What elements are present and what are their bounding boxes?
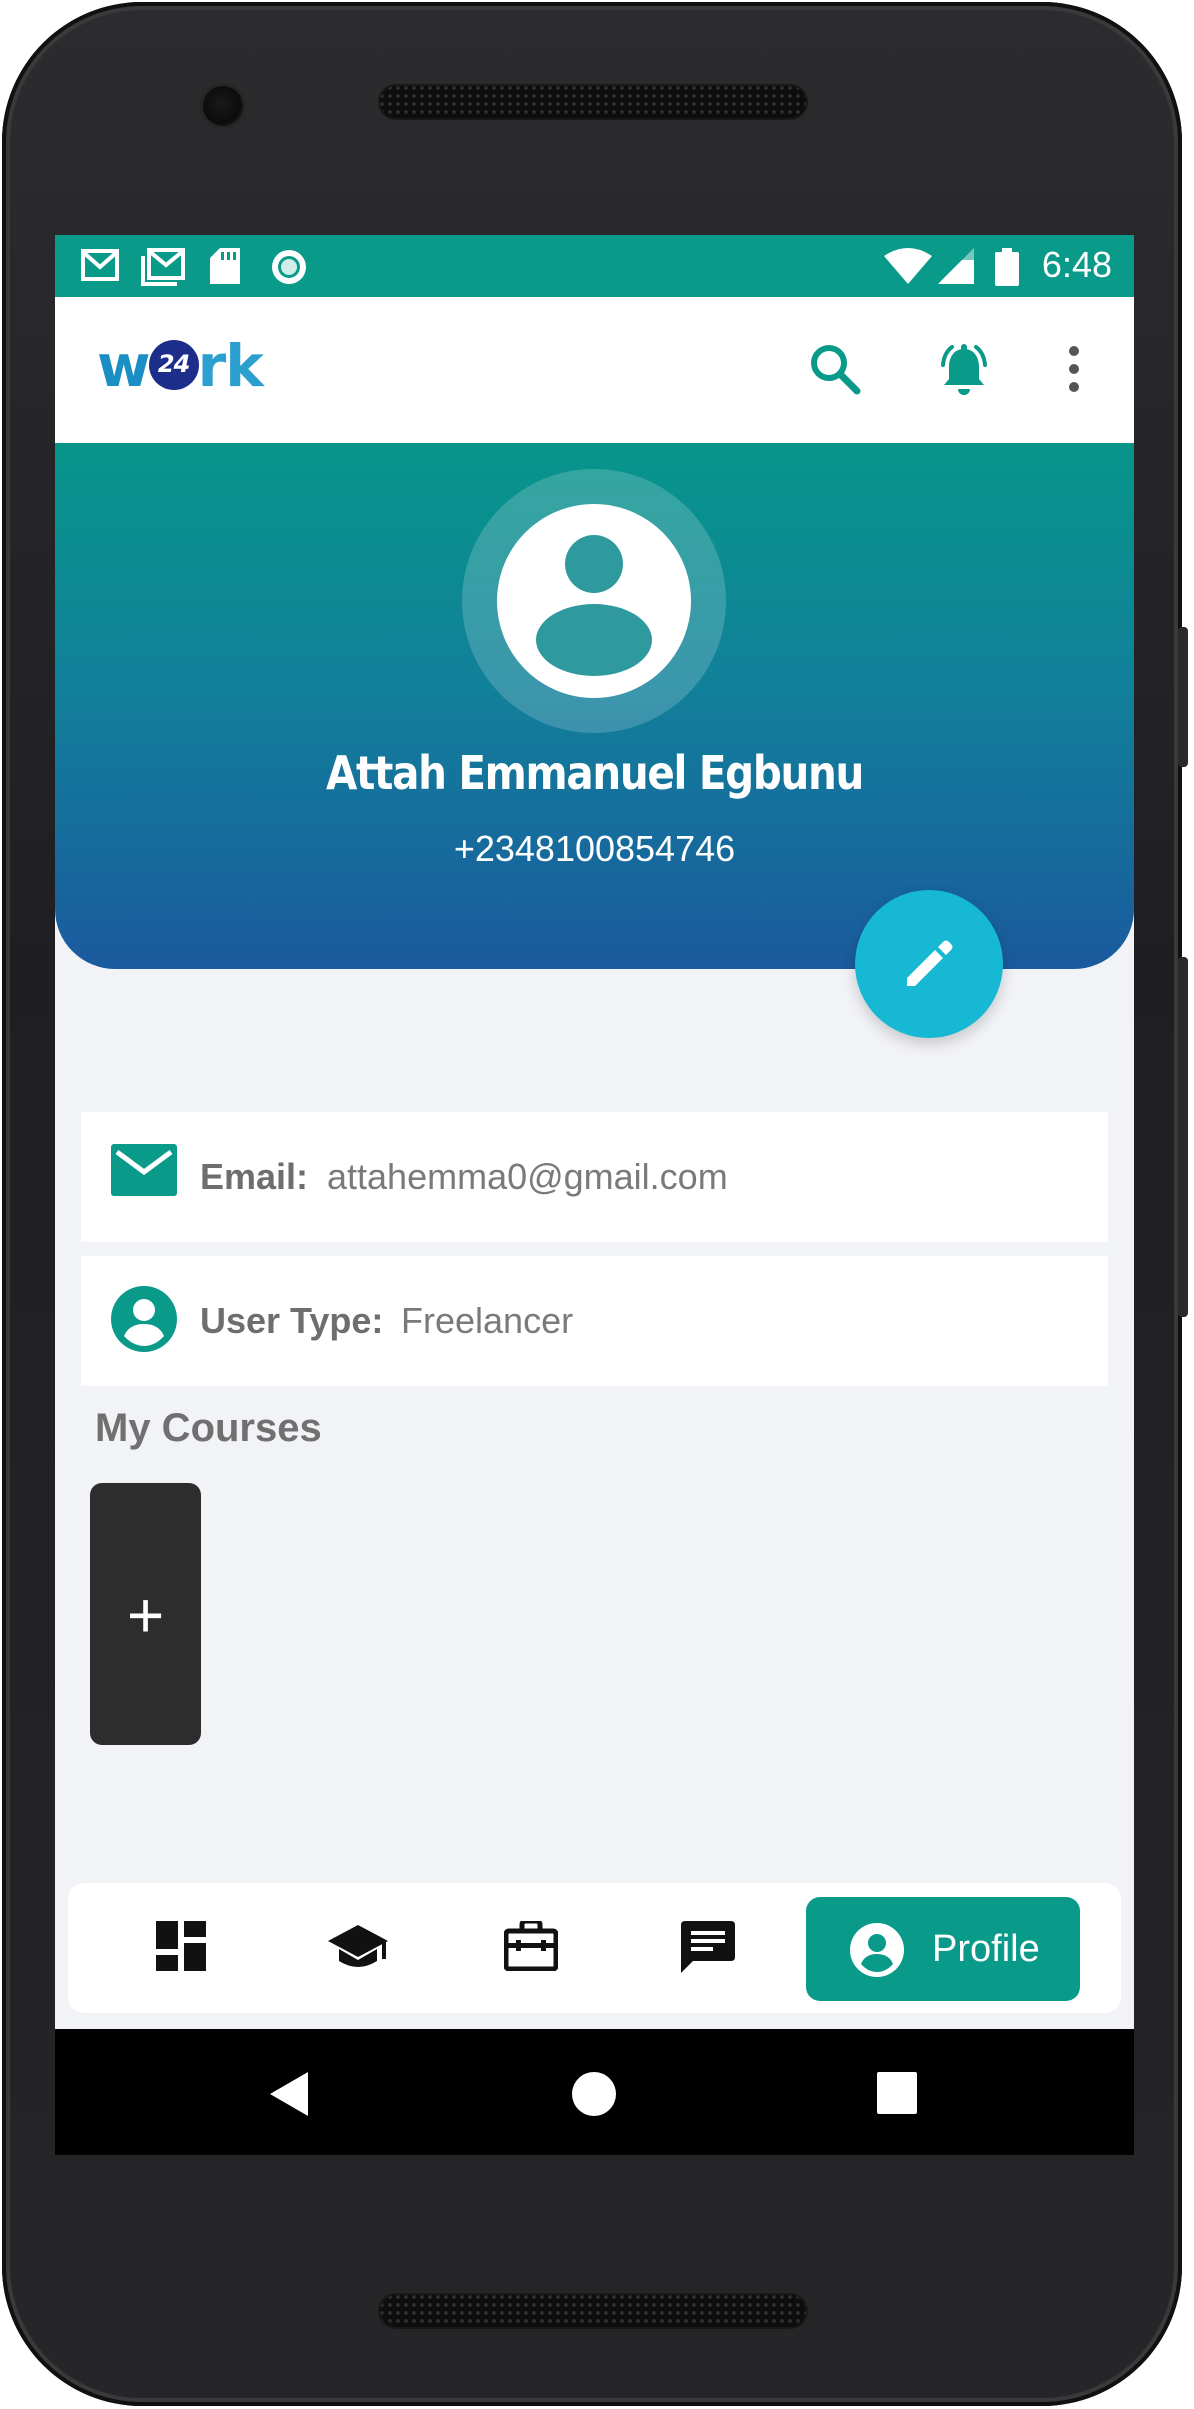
logo-prefix: w bbox=[97, 332, 151, 400]
account-circle-icon bbox=[111, 1286, 177, 1352]
signal-icon bbox=[938, 248, 974, 284]
record-icon bbox=[272, 250, 306, 284]
email-icon bbox=[111, 1144, 177, 1196]
search-icon[interactable] bbox=[809, 343, 861, 395]
recents-icon[interactable] bbox=[877, 2072, 917, 2114]
chat-icon[interactable] bbox=[681, 1921, 735, 1975]
back-icon[interactable] bbox=[270, 2072, 310, 2116]
profile-header: Attah Emmanuel Egbunu +2348100854746 bbox=[55, 443, 1134, 969]
plus-icon: + bbox=[126, 1579, 165, 1651]
more-vertical-icon[interactable] bbox=[1067, 345, 1081, 393]
bottom-navigation: Profile bbox=[68, 1883, 1121, 2013]
phone-frame: 6:48 w 24 rk Attah Emmanuel Egbunu +2348… bbox=[2, 2, 1188, 2406]
school-icon[interactable] bbox=[328, 1925, 388, 1973]
sd-card-icon bbox=[210, 248, 240, 284]
nav-item-profile[interactable]: Profile bbox=[806, 1897, 1080, 2001]
profile-name: Attah Emmanuel Egbunu bbox=[326, 746, 864, 800]
edit-profile-button[interactable] bbox=[855, 890, 1003, 1038]
status-time: 6:48 bbox=[1041, 244, 1112, 285]
gmail-outline-icon bbox=[141, 248, 185, 286]
email-value: attahemma0@gmail.com bbox=[327, 1156, 728, 1197]
user-type-card: User Type: Freelancer bbox=[81, 1256, 1108, 1386]
account-circle-icon bbox=[850, 1923, 904, 1977]
user-type-label: User Type: bbox=[200, 1300, 384, 1341]
add-course-button[interactable]: + bbox=[90, 1483, 201, 1745]
logo-badge-text: 24 bbox=[157, 350, 190, 378]
battery-icon bbox=[995, 248, 1019, 286]
profile-phone: +2348100854746 bbox=[453, 828, 736, 869]
logo-badge: 24 bbox=[148, 340, 199, 390]
logo-suffix: rk bbox=[197, 332, 264, 400]
user-type-value: Freelancer bbox=[401, 1300, 574, 1341]
app-screen: 6:48 w 24 rk Attah Emmanuel Egbunu +2348… bbox=[55, 235, 1134, 2155]
email-label: Email: bbox=[200, 1156, 309, 1197]
system-navigation-bar bbox=[55, 2029, 1134, 2155]
status-bar: 6:48 bbox=[55, 235, 1134, 297]
pencil-icon bbox=[907, 940, 953, 986]
bottom-speaker bbox=[378, 2293, 808, 2329]
earpiece-speaker bbox=[378, 84, 808, 120]
home-icon[interactable] bbox=[572, 2072, 616, 2116]
dashboard-icon[interactable] bbox=[156, 1921, 208, 1971]
app-logo[interactable]: w 24 rk bbox=[97, 337, 264, 395]
gmail-icon bbox=[81, 249, 119, 281]
bell-icon[interactable] bbox=[936, 343, 992, 399]
briefcase-icon[interactable] bbox=[504, 1921, 558, 1971]
email-card: Email: attahemma0@gmail.com bbox=[81, 1112, 1108, 1242]
avatar-icon bbox=[497, 504, 691, 698]
power-button bbox=[1178, 627, 1188, 767]
nav-profile-label: Profile bbox=[932, 1928, 1040, 1970]
front-camera bbox=[203, 86, 243, 126]
app-bar: w 24 rk bbox=[55, 297, 1134, 443]
volume-button bbox=[1178, 957, 1188, 1317]
my-courses-title: My Courses bbox=[95, 1406, 322, 1450]
wifi-icon bbox=[884, 248, 932, 284]
avatar[interactable] bbox=[462, 469, 726, 733]
person-icon bbox=[536, 535, 652, 676]
